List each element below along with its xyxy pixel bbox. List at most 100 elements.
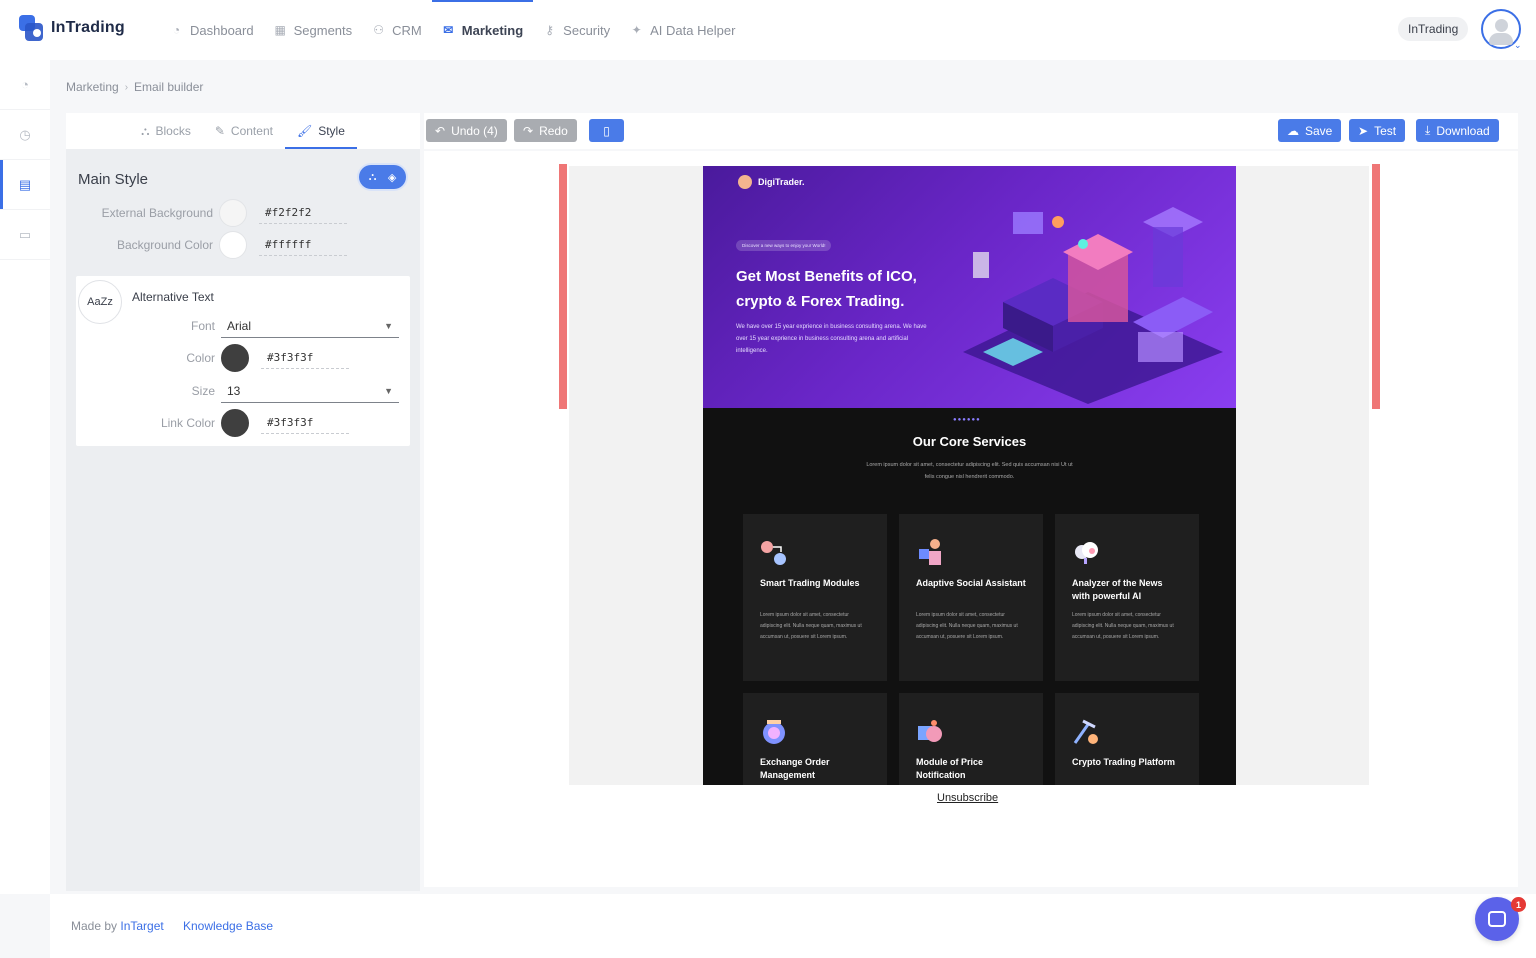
background-color-row: Background Color #ffffff <box>66 230 420 260</box>
user-icon-body <box>1489 33 1513 45</box>
undo-button[interactable]: ↶ Undo (4) <box>426 119 507 142</box>
service-card[interactable]: Crypto Trading Platform <box>1055 693 1199 785</box>
editor-toolbar: ↶ Undo (4) ↷ Redo ▯ ☁ Save ➤ Test ⤓ Down… <box>424 113 1518 149</box>
external-background-swatch[interactable] <box>219 199 247 227</box>
download-label: Download <box>1436 123 1490 138</box>
font-label: Font <box>190 319 215 333</box>
cubes-icon: ⛬ <box>141 123 150 138</box>
pie-chart-icon: ◔ <box>21 77 29 92</box>
nav-item-marketing[interactable]: ✉ Marketing <box>431 0 534 60</box>
crypto-platform-icon <box>1073 719 1098 744</box>
selection-edge-left <box>559 164 567 409</box>
breadcrumb-item-marketing[interactable]: Marketing <box>66 80 119 94</box>
hero-block[interactable]: DigiTrader. Discover a new ways to enjoy… <box>703 166 1236 408</box>
service-card[interactable]: Smart Trading Modules Lorem ipsum dolor … <box>743 514 887 681</box>
tab-content[interactable]: ✎ Content <box>203 113 285 149</box>
cubes-icon: ⛬ <box>368 170 377 183</box>
download-button[interactable]: ⤓ Download <box>1416 119 1499 142</box>
tab-label: Style <box>318 124 345 138</box>
rail-item-history[interactable]: ◷ <box>0 110 50 160</box>
background-color-swatch[interactable] <box>219 231 247 259</box>
external-background-label: External Background <box>101 206 213 220</box>
paper-plane-icon: ➤ <box>1358 123 1369 138</box>
service-card[interactable]: Exchange Order Management <box>743 693 887 785</box>
knowledge-base-link[interactable]: Knowledge Base <box>183 919 273 933</box>
service-body: Lorem ipsum dolor sit amet, consectetur … <box>1072 612 1174 640</box>
background-color-label: Background Color <box>116 238 213 252</box>
tab-blocks[interactable]: ⛬ Blocks <box>129 113 203 149</box>
brand-name: DigiTrader. <box>758 177 805 187</box>
account-switcher[interactable]: InTrading <box>1398 17 1469 41</box>
chat-bubble-icon <box>1488 911 1506 927</box>
brush-icon: 🖌 <box>296 124 313 138</box>
pie-chart-icon: ◔ <box>172 23 181 37</box>
rail-item-messages[interactable]: ▭ <box>0 210 50 260</box>
caret-down-icon: ▼ <box>384 385 393 396</box>
chevron-right-icon: › <box>124 81 129 93</box>
alternative-text-title: Alternative Text <box>132 290 214 304</box>
font-select[interactable]: Arial ▼ <box>221 315 399 338</box>
service-body: Lorem ipsum dolor sit amet, consectetur … <box>760 612 862 640</box>
social-assistant-icon <box>919 539 941 565</box>
key-icon: ⚷ <box>545 23 555 37</box>
mobile-preview-button[interactable]: ▯ <box>589 119 624 142</box>
redo-button[interactable]: ↷ Redo <box>514 119 577 142</box>
download-icon: ⤓ <box>1425 123 1431 137</box>
service-title: Module of Price Notification <box>916 757 984 780</box>
nav-item-label: AI Data Helper <box>650 22 736 38</box>
builder-tabs: ⛬ Blocks ✎ Content 🖌 Style <box>66 113 420 149</box>
size-select-value: 13 <box>227 383 241 398</box>
tab-label: Content <box>230 124 273 138</box>
logo-mark-icon <box>19 15 45 41</box>
nav-item-dashboard[interactable]: ◔ Dashboard <box>160 0 264 60</box>
top-navbar: InTrading ◔ Dashboard ▦ Segments ⚇ CRM ✉… <box>0 0 1536 60</box>
external-background-input[interactable]: #f2f2f2 <box>259 202 347 224</box>
side-rail: ◔ ◷ ▤ ▭ <box>0 60 50 894</box>
link-color-input[interactable]: #3f3f3f <box>261 412 349 434</box>
nav-item-crm[interactable]: ⚇ CRM <box>362 0 432 60</box>
service-title: Crypto Trading Platform <box>1072 757 1176 767</box>
redo-label: Redo <box>539 123 568 138</box>
clock-icon: ◷ <box>19 126 31 142</box>
nav-item-ai-data-helper[interactable]: ✦ AI Data Helper <box>620 0 745 60</box>
intarget-link[interactable]: InTarget <box>120 919 163 933</box>
color-input[interactable]: #3f3f3f <box>261 347 349 369</box>
cloud-ai-icon <box>1075 542 1098 564</box>
nav-item-security[interactable]: ⚷ Security <box>533 0 620 60</box>
cloud-upload-icon: ☁ <box>1287 123 1299 138</box>
nav-item-label: CRM <box>392 22 422 38</box>
brand-logo-icon <box>738 175 752 189</box>
size-label: Size <box>191 384 215 398</box>
rail-item-email-builder[interactable]: ▤ <box>0 160 50 210</box>
sparkle-icon: ✦ <box>631 23 642 37</box>
color-swatch[interactable] <box>221 344 249 372</box>
size-select[interactable]: 13 ▼ <box>221 380 399 403</box>
nav-item-segments[interactable]: ▦ Segments <box>264 0 363 60</box>
style-panel: ⛬ Blocks ✎ Content 🖌 Style Main Style ⛬ … <box>66 113 420 891</box>
save-button[interactable]: ☁ Save <box>1278 119 1342 142</box>
alternative-text-card: AaZz Alternative Text Font Arial ▼ Color… <box>76 276 410 446</box>
background-color-input[interactable]: #ffffff <box>259 234 347 256</box>
logo[interactable]: InTrading <box>19 15 125 41</box>
nav-item-label: Marketing <box>461 22 524 38</box>
unsubscribe-link[interactable]: Unsubscribe <box>937 792 998 804</box>
services-subtitle: Lorem ipsum dolor sit amet, consectetur … <box>866 462 1073 480</box>
hero-headline: Get Most Benefits of ICO, crypto & Forex… <box>736 268 917 310</box>
email-preview[interactable]: DigiTrader. Discover a new ways to enjoy… <box>703 166 1236 785</box>
service-card[interactable]: Module of Price Notification <box>899 693 1043 785</box>
link-color-swatch[interactable] <box>221 409 249 437</box>
newspaper-icon: ▤ <box>18 176 32 192</box>
rail-item-dashboard[interactable]: ◔ <box>0 60 50 110</box>
chat-unread-badge: 1 <box>1511 897 1526 912</box>
test-button[interactable]: ➤ Test <box>1349 119 1406 142</box>
email-brand: DigiTrader. <box>738 175 805 189</box>
nav-item-label: Segments <box>293 22 353 38</box>
service-card[interactable]: Analyzer of the News with powerful AI Lo… <box>1055 514 1199 681</box>
style-mode-toggle[interactable]: ⛬ ◈ <box>359 165 406 189</box>
font-select-value: Arial <box>227 318 252 333</box>
price-notification-icon <box>918 720 942 742</box>
service-card[interactable]: Adaptive Social Assistant Lorem ipsum do… <box>899 514 1043 681</box>
tab-style[interactable]: 🖌 Style <box>284 113 357 149</box>
service-title: Exchange Order Management <box>760 757 830 780</box>
color-row: Color #3f3f3f <box>76 343 410 373</box>
